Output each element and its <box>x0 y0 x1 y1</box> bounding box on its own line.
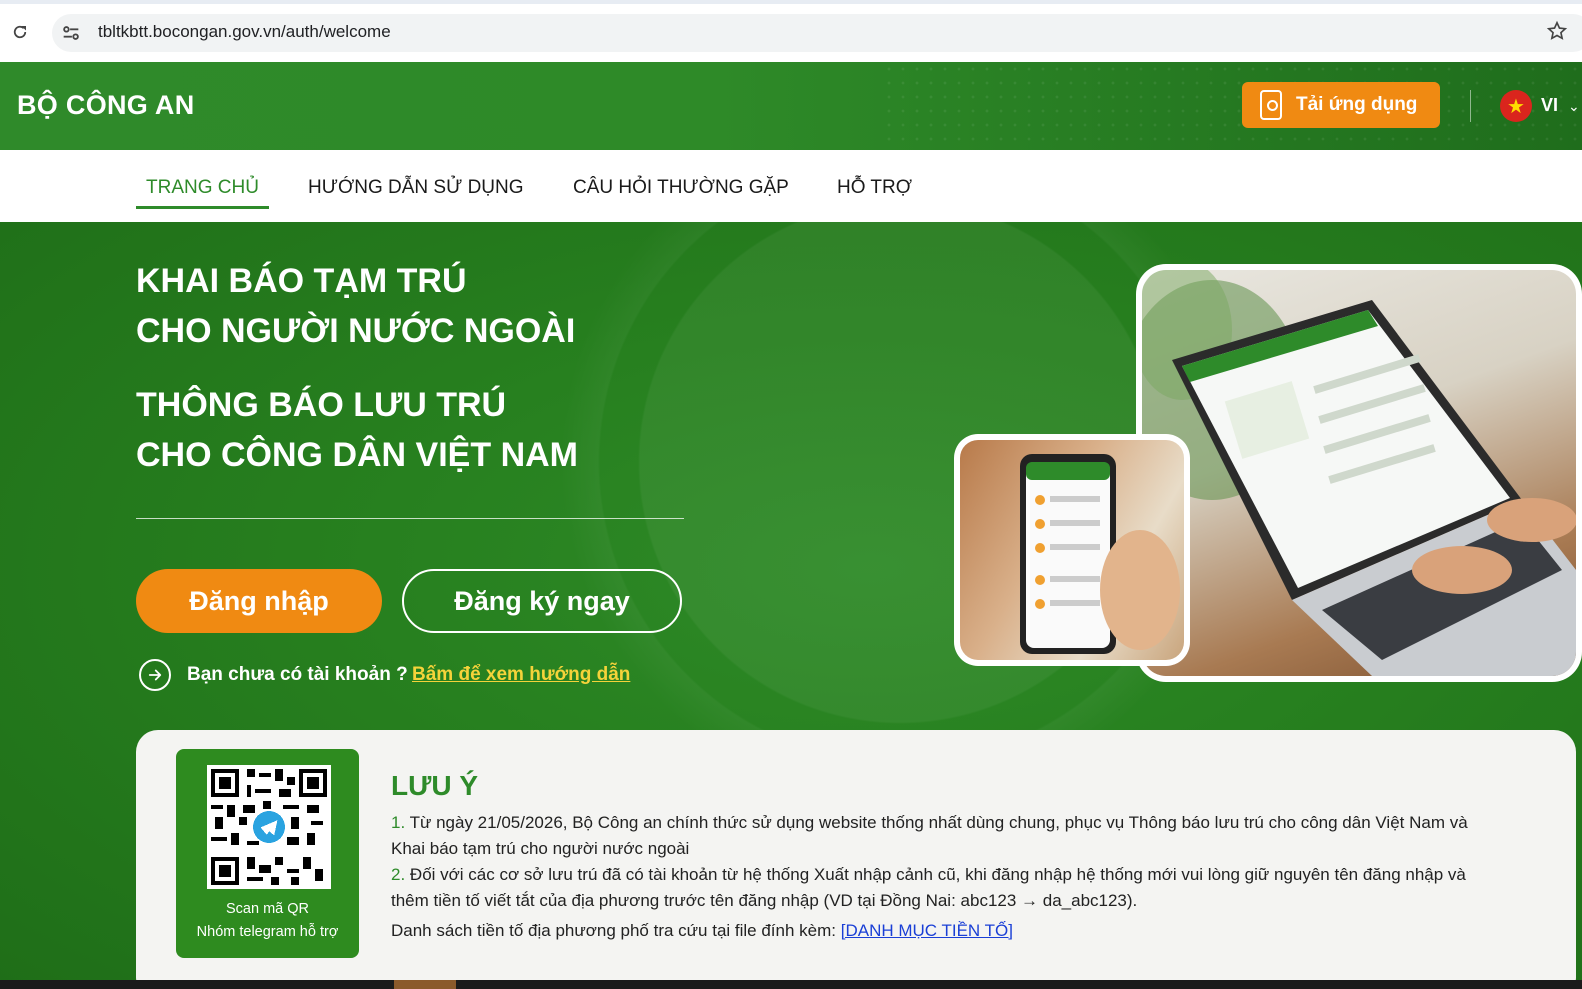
hero-title-line-1: KHAI BÁO TẠM TRÚ <box>136 262 467 300</box>
download-app-button[interactable]: Tải ứng dụng <box>1242 82 1440 128</box>
language-selector[interactable]: VI <box>1541 95 1558 116</box>
vietnam-flag-icon[interactable]: ★ <box>1500 90 1532 122</box>
qr-caption-telegram: Nhóm telegram hỗ trợ <box>196 924 339 940</box>
main-nav: TRANG CHỦ HƯỚNG DẪN SỬ DỤNG CÂU HỎI THƯỜ… <box>0 150 1582 222</box>
notice-item-2-cont: thêm tiền tố viết tắt của địa phương trư… <box>391 891 1138 910</box>
bookmark-star-icon[interactable] <box>1546 20 1568 47</box>
nav-item-faq[interactable]: CÂU HỎI THƯỜNG GẶP <box>573 177 789 199</box>
prefix-lookup-line: Danh sách tiền tố địa phương phố tra cứu… <box>391 918 1541 944</box>
site-brand[interactable]: BỘ CÔNG AN <box>17 90 195 121</box>
phone-photo <box>960 440 1184 660</box>
hero-section: KHAI BÁO TẠM TRÚ CHO NGƯỜI NƯỚC NGOÀI TH… <box>0 222 1582 989</box>
qr-caption-scan: Scan mã QR <box>226 901 309 917</box>
url-text[interactable]: tbltkbtt.bocongan.gov.vn/auth/welcome <box>98 22 391 42</box>
taskbar-item[interactable] <box>394 980 456 989</box>
nav-active-indicator <box>136 206 269 209</box>
site-info-icon[interactable] <box>60 22 84 44</box>
site-header: BỘ CÔNG AN Tải ứng dụng ★ VI ⌄ <box>0 62 1582 150</box>
header-divider <box>1470 90 1471 122</box>
notice-item-1-text: Từ ngày 21/05/2026, Bộ Công an chính thứ… <box>409 813 1468 832</box>
qr-code <box>207 765 331 889</box>
phone-illustration <box>954 434 1190 666</box>
nav-item-support[interactable]: HỖ TRỢ <box>837 177 912 199</box>
no-account-text: Bạn chưa có tài khoản ? <box>187 664 408 685</box>
download-app-label: Tải ứng dụng <box>1296 94 1418 115</box>
notice-item-2-text: Đối với các cơ sở lưu trú đã có tài khoả… <box>409 865 1466 884</box>
prefix-catalog-link[interactable]: [DANH MỤC TIỀN TỐ] <box>841 921 1013 940</box>
phone-app-icon <box>1260 90 1282 120</box>
telegram-qr-card[interactable]: Scan mã QR Nhóm telegram hỗ trợ <box>176 749 359 958</box>
login-button[interactable]: Đăng nhập <box>136 569 382 633</box>
browser-toolbar: tbltkbtt.bocongan.gov.vn/auth/welcome <box>0 0 1582 62</box>
header-decoration <box>882 62 1582 150</box>
register-button[interactable]: Đăng ký ngay <box>402 569 682 633</box>
laptop-photo <box>1142 270 1576 676</box>
notice-item-1: 1. Từ ngày 21/05/2026, Bộ Công an chính … <box>391 810 1541 836</box>
chevron-down-icon[interactable]: ⌄ <box>1568 98 1580 115</box>
notice-item-1-number: 1. <box>391 813 406 832</box>
guide-link[interactable]: Bấm để xem hướng dẫn <box>412 664 630 686</box>
hero-divider <box>136 518 684 519</box>
notice-card: Scan mã QR Nhóm telegram hỗ trợ LƯU Ý 1.… <box>136 730 1576 989</box>
notice-item-1-cont: Khai báo tạm trú cho người nước ngoài <box>391 839 690 858</box>
taskbar-strip <box>0 980 1582 989</box>
notice-item-2: 2. Đối với các cơ sở lưu trú đã có tài k… <box>391 862 1541 888</box>
hero-title-line-4: CHO CÔNG DÂN VIỆT NAM <box>136 436 578 474</box>
hero-title-line-3: THÔNG BÁO LƯU TRÚ <box>136 386 507 424</box>
laptop-illustration <box>1136 264 1582 682</box>
nav-item-guide[interactable]: HƯỚNG DẪN SỬ DỤNG <box>308 177 524 199</box>
notice-title: LƯU Ý <box>391 770 479 801</box>
hero-title-line-2: CHO NGƯỜI NƯỚC NGOÀI <box>136 312 576 350</box>
arrow-circle-right-icon[interactable] <box>139 659 171 691</box>
nav-item-home[interactable]: TRANG CHỦ <box>146 177 259 199</box>
tab-strip-edge <box>0 0 1582 4</box>
notice-item-2-number: 2. <box>391 865 406 884</box>
reload-icon[interactable] <box>8 20 32 44</box>
prefix-lookup-text: Danh sách tiền tố địa phương phố tra cứu… <box>391 921 836 940</box>
